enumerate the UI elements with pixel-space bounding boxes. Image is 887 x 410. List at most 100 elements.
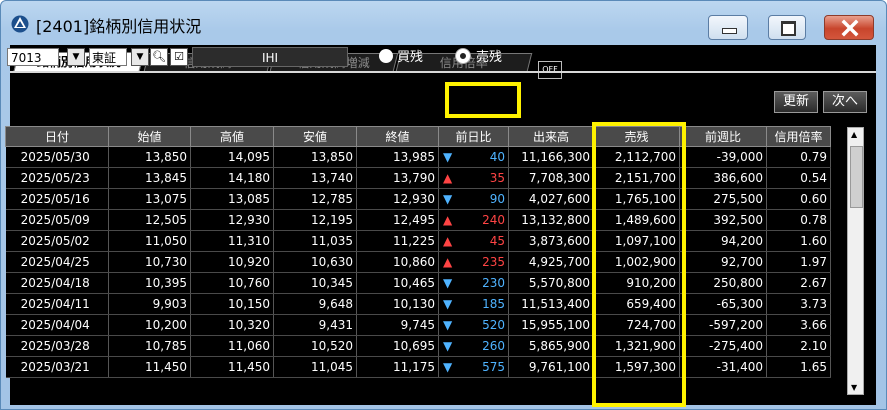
chevron-down-icon: ▼	[136, 52, 144, 62]
market-dropdown-button[interactable]: ▼	[131, 48, 149, 66]
next-button[interactable]: 次へ	[823, 91, 867, 113]
change-value: 90	[489, 192, 505, 206]
col-open[interactable]: 始値	[108, 126, 191, 147]
change-value: 45	[489, 234, 505, 248]
table-row[interactable]: 2025/05/09 12,505 12,930 12,195 12,495 ▲ 240 13…	[5, 209, 831, 231]
table-row[interactable]: 2025/04/25 10,730 10,920 10,630 10,860 ▲ 235 4,…	[5, 251, 831, 273]
table-row[interactable]: 2025/05/23 13,845 14,180 13,740 13,790 ▲ 35 7,7…	[5, 167, 831, 189]
change-value: 240	[482, 213, 505, 227]
change-value: 575	[482, 360, 505, 374]
table-cell: 10,465	[356, 272, 439, 294]
radio-buy-balance[interactable]	[379, 49, 393, 63]
stock-code-input[interactable]: 7013	[7, 48, 59, 66]
highlight-sell-column	[592, 122, 686, 407]
close-icon	[841, 19, 859, 37]
table-row[interactable]: 2025/05/02 11,050 11,310 11,035 11,225 ▲ 45 3,8…	[5, 230, 831, 252]
col-high[interactable]: 高値	[190, 126, 274, 147]
table-cell: 11,060	[190, 335, 274, 357]
table-cell: 11,035	[273, 230, 357, 252]
table-cell: 10,920	[190, 251, 274, 273]
col-week-change[interactable]: 前週比	[679, 126, 767, 147]
vertical-scrollbar[interactable]: ▲ ▼	[847, 127, 864, 395]
code-dropdown-button[interactable]: ▼	[67, 48, 85, 66]
table-cell: 7,708,300	[508, 167, 594, 189]
table-row[interactable]: 2025/04/04 10,200 10,320 9,431 9,745 ▼ 520 15,9…	[5, 314, 831, 336]
table-cell: 1.97	[766, 251, 831, 273]
table-cell: 13,850	[273, 146, 357, 168]
table-row[interactable]: 2025/03/28 10,785 11,060 10,520 10,695 ▼ 260 5,…	[5, 335, 831, 357]
update-button[interactable]: 更新	[774, 91, 818, 113]
table-cell: 11,450	[190, 356, 274, 378]
search-icon: 🔍︎	[152, 50, 166, 63]
table-cell: 10,150	[190, 293, 274, 315]
table-cell: 9,761,100	[508, 356, 594, 378]
maximize-button[interactable]	[768, 15, 806, 40]
col-change[interactable]: 前日比	[438, 126, 509, 147]
title-bar[interactable]: [2401]銘柄別信用状況	[1, 1, 886, 45]
tab-divider	[10, 71, 876, 73]
off-toggle[interactable]: OFF	[538, 61, 562, 79]
market-select[interactable]: 東証	[89, 48, 127, 66]
table-cell: 275,500	[679, 188, 767, 210]
table-cell: 2025/03/28	[5, 335, 109, 357]
change-cell: ▲ 240	[438, 209, 509, 231]
table-row[interactable]: 2025/04/18 10,395 10,760 10,345 10,465 ▼ 230 5,…	[5, 272, 831, 294]
up-arrow-icon: ▲	[443, 234, 453, 248]
down-arrow-icon: ▼	[443, 339, 453, 353]
table-cell: 3,873,600	[508, 230, 594, 252]
search-button[interactable]: 🔍︎	[150, 48, 168, 66]
col-low[interactable]: 安値	[273, 126, 357, 147]
col-volume[interactable]: 出来高	[508, 126, 594, 147]
table-cell: 13,085	[190, 188, 274, 210]
table-cell: 10,785	[108, 335, 191, 357]
edit-icon: ☑	[174, 50, 184, 63]
scroll-down-icon[interactable]: ▼	[851, 383, 857, 392]
down-arrow-icon: ▼	[443, 150, 453, 164]
radio-sell-balance[interactable]	[456, 49, 470, 63]
scroll-up-icon[interactable]: ▲	[851, 130, 857, 139]
table-row[interactable]: 2025/04/11 9,903 10,150 9,648 10,130 ▼ 185 11,5…	[5, 293, 831, 315]
table-cell: 0.79	[766, 146, 831, 168]
table-cell: 5,570,800	[508, 272, 594, 294]
change-value: 185	[482, 297, 505, 311]
table-cell: -65,300	[679, 293, 767, 315]
up-arrow-icon: ▲	[443, 255, 453, 269]
window-title: [2401]銘柄別信用状況	[36, 17, 202, 36]
down-arrow-icon: ▼	[443, 276, 453, 290]
table-cell: -39,000	[679, 146, 767, 168]
maximize-icon	[781, 21, 796, 36]
table-cell: 13,985	[356, 146, 439, 168]
change-value: 230	[482, 276, 505, 290]
chevron-down-icon: ▼	[72, 52, 80, 62]
table-cell: 9,745	[356, 314, 439, 336]
table-row[interactable]: 2025/05/30 13,850 14,095 13,850 13,985 ▼ 40 11,…	[5, 146, 831, 168]
up-arrow-icon: ▲	[443, 171, 453, 185]
close-button[interactable]	[824, 15, 874, 40]
table-cell: 3.66	[766, 314, 831, 336]
edit-button[interactable]: ☑	[170, 48, 188, 66]
table-cell: 250,800	[679, 272, 767, 294]
table-cell: 10,860	[356, 251, 439, 273]
col-margin-ratio[interactable]: 信用倍率	[766, 126, 831, 147]
table-row[interactable]: 2025/03/21 11,450 11,450 11,045 11,175 ▼ 575 9,…	[5, 356, 831, 378]
minimize-button[interactable]	[708, 15, 748, 40]
table-cell: 11,175	[356, 356, 439, 378]
table-cell: 12,495	[356, 209, 439, 231]
table-cell: 11,045	[273, 356, 357, 378]
table-cell: 1.65	[766, 356, 831, 378]
table-cell: 12,505	[108, 209, 191, 231]
margin-table: 日付 始値 高値 安値 終値 前日比 出来高 売残 前週比 信用倍率 2025/…	[5, 126, 831, 378]
scroll-thumb[interactable]	[850, 146, 863, 208]
col-close[interactable]: 終値	[356, 126, 439, 147]
col-date[interactable]: 日付	[5, 126, 109, 147]
table-cell: 11,050	[108, 230, 191, 252]
table-cell: 13,790	[356, 167, 439, 189]
table-cell: 3.73	[766, 293, 831, 315]
table-cell: 9,431	[273, 314, 357, 336]
table-cell: 2025/05/23	[5, 167, 109, 189]
highlight-sell-radio	[445, 82, 521, 118]
table-row[interactable]: 2025/05/16 13,075 13,085 12,785 12,930 ▼ 90 4,0…	[5, 188, 831, 210]
minimize-icon	[722, 28, 737, 34]
table-cell: 5,865,900	[508, 335, 594, 357]
change-cell: ▼ 575	[438, 356, 509, 378]
